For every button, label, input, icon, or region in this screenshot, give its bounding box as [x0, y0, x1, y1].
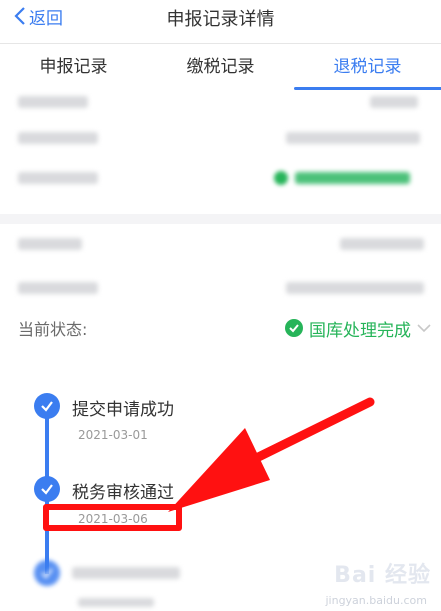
check-icon [34, 560, 60, 586]
tab-payment[interactable]: 缴税记录 [147, 44, 294, 90]
watermark: Bai 经验 [334, 563, 431, 588]
status-dropdown[interactable]: 国库处理完成 [285, 316, 431, 341]
highlight-box [43, 504, 182, 531]
section-divider [0, 214, 441, 224]
tab-bar: 申报记录 缴税记录 退税记录 [0, 44, 441, 90]
timeline-step-title: 提交申请成功 [72, 400, 174, 420]
tab-declaration[interactable]: 申报记录 [0, 44, 147, 90]
status-label: 当前状态: [18, 320, 88, 339]
check-icon [34, 393, 60, 419]
page-title: 申报记录详情 [166, 9, 275, 30]
watermark-url: jingyan.baidu.com [325, 594, 427, 607]
check-circle-icon [285, 319, 303, 337]
check-icon [34, 476, 60, 502]
status-value: 国库处理完成 [309, 320, 411, 341]
timeline-step-date: 2021-03-01 [78, 428, 148, 442]
timeline-step-title: 税务审核通过 [72, 483, 174, 503]
tab-refund[interactable]: 退税记录 [294, 44, 441, 90]
chevron-down-icon [417, 324, 431, 333]
blurred-record [0, 90, 441, 214]
page: 返回 申报记录详情 申报记录 缴税记录 退税记录 当前状态: 国库处理完成 提交… [0, 0, 441, 611]
header: 返回 申报记录详情 [0, 0, 441, 44]
